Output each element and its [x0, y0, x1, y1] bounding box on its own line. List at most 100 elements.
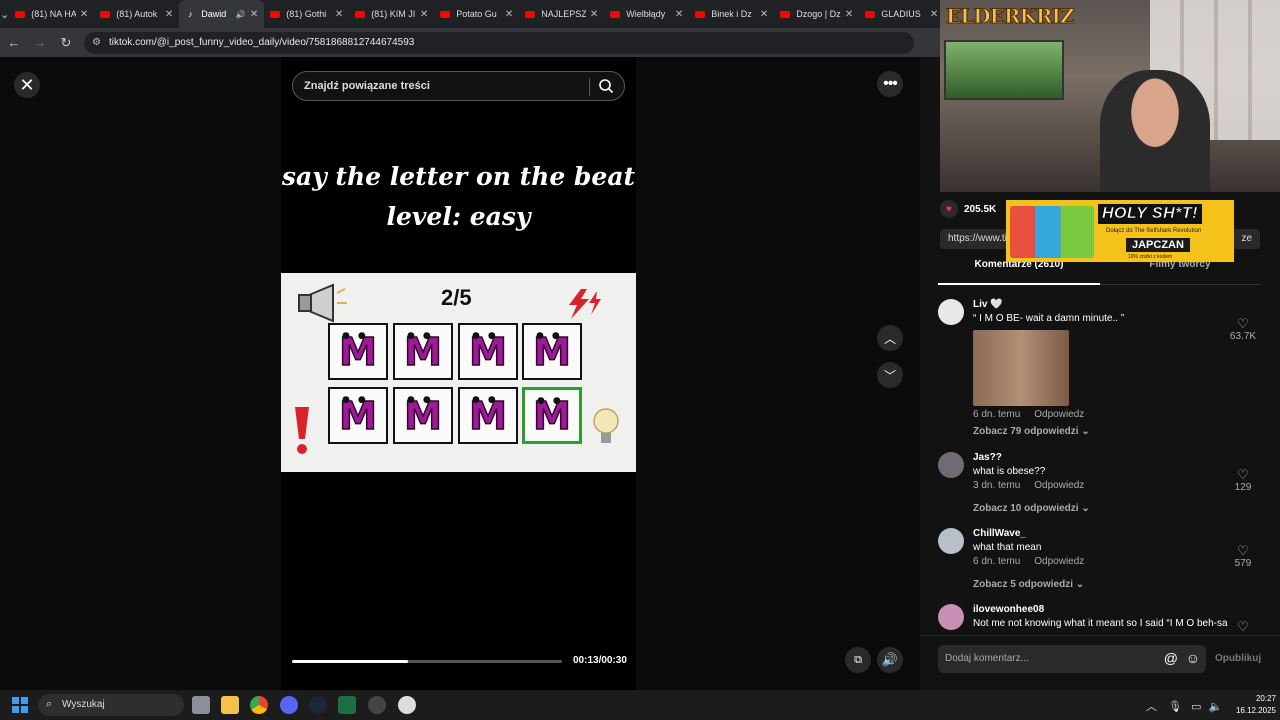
reply-link[interactable]: Odpowiedz	[1034, 409, 1084, 420]
steam-icon[interactable]	[309, 696, 327, 714]
browser-tab[interactable]: Dzogo | Dz ✕	[774, 0, 859, 28]
webcam-person	[1100, 70, 1210, 192]
clock-date: 16.12.2025	[1235, 706, 1276, 715]
network-icon[interactable]: ▭	[1191, 701, 1201, 713]
tab-audio-icon[interactable]: 🔊	[236, 10, 246, 19]
avatar[interactable]	[938, 528, 964, 554]
browser-tab[interactable]: NAJLEPSZ ✕	[519, 0, 604, 28]
browser-tab[interactable]: Binek i Dz ✕	[689, 0, 774, 28]
chrome-icon[interactable]	[250, 696, 268, 714]
comment-author[interactable]: Jas??	[973, 452, 1002, 463]
letter-cell: ●● M	[522, 323, 582, 380]
tab-search-chevron-icon[interactable]: ⌄	[0, 0, 9, 28]
tab-label: Binek i Dz	[711, 9, 752, 19]
browser-tab[interactable]: GLADIUS ✕	[859, 0, 944, 28]
round-counter: 2/5	[441, 285, 472, 310]
sponsor-banner: HOLY SH*T! Dołącz do The Selfshark Revol…	[1006, 200, 1234, 262]
heart-outline-icon[interactable]: ♡	[1226, 317, 1260, 331]
search-icon[interactable]	[598, 78, 614, 94]
previous-video-chevron-up-icon[interactable]: ︿	[877, 325, 903, 351]
obs-icon[interactable]	[398, 696, 416, 714]
reply-link[interactable]: Odpowiedz	[1034, 556, 1084, 567]
tab-close-icon[interactable]: ✕	[930, 9, 938, 20]
site-info-icon[interactable]: ⚙	[92, 37, 101, 48]
microphone-icon[interactable]: 🎙	[1168, 701, 1182, 713]
tab-close-icon[interactable]: ✕	[335, 9, 343, 20]
browser-tab[interactable]: (81) KIM JI ✕	[349, 0, 434, 28]
taskbar-search[interactable]: ⌕ Wyszukaj	[38, 694, 184, 716]
taskbar-clock[interactable]: 20:27 16.12.2025	[1222, 693, 1276, 717]
reload-icon[interactable]: ↻	[54, 35, 78, 51]
comment-author[interactable]: Liv 🤍	[973, 299, 1003, 310]
video-progress-bar[interactable]	[292, 660, 562, 663]
app-icon[interactable]	[368, 696, 386, 714]
browser-tab[interactable]: (81) Autok ✕	[94, 0, 179, 28]
discord-icon[interactable]	[280, 696, 298, 714]
view-replies[interactable]: Zobacz 5 odpowiedzi ⌄	[973, 579, 1084, 590]
tab-close-icon[interactable]: ✕	[590, 9, 598, 20]
letter-cell: ●● M	[393, 323, 453, 380]
letter-cell: ●● M	[393, 387, 453, 444]
tab-close-icon[interactable]: ✕	[505, 9, 513, 20]
tab-close-icon[interactable]: ✕	[80, 9, 88, 20]
video-player[interactable]: Znajdź powiązane treści say the letter o…	[281, 57, 636, 690]
comment-date: 6 dn. temu	[973, 409, 1021, 420]
comment-author[interactable]: ChillWave_	[973, 528, 1026, 539]
tab-close-icon[interactable]: ✕	[250, 9, 258, 20]
file-explorer-icon[interactable]	[221, 696, 239, 714]
heart-outline-icon[interactable]: ♡	[1226, 544, 1260, 558]
tab-creator-videos[interactable]: Filmy twórcy	[1100, 259, 1260, 285]
comment-like[interactable]: ♡ 63.7K	[1226, 317, 1260, 343]
tab-close-icon[interactable]: ✕	[420, 9, 428, 20]
comment-image[interactable]	[973, 330, 1069, 406]
windows-start-icon[interactable]	[12, 697, 28, 713]
floating-player-icon[interactable]: ⧉	[845, 647, 871, 673]
reply-link[interactable]: Odpowiedz	[1034, 480, 1084, 491]
heart-icon[interactable]: ♥	[940, 200, 958, 218]
tab-label: GLADIUS	[881, 9, 921, 19]
tab-close-icon[interactable]: ✕	[165, 9, 173, 20]
heart-outline-icon[interactable]: ♡	[1226, 468, 1260, 482]
avatar[interactable]	[938, 299, 964, 325]
post-comment-button[interactable]: Opublikuj	[1215, 653, 1261, 664]
system-tray: ︿ 🎙 ▭ 🔈	[1146, 698, 1222, 714]
volume-icon[interactable]: 🔊	[877, 647, 903, 673]
forward-arrow-icon[interactable]: →	[28, 35, 52, 50]
heart-outline-icon[interactable]: ♡	[1226, 620, 1260, 633]
cartoon-eyes-icon: ●●	[472, 395, 504, 405]
browser-tab[interactable]: Potato Gu ✕	[434, 0, 519, 28]
mention-icon[interactable]: @	[1164, 650, 1178, 666]
browser-tab[interactable]: (81) Gothi ✕	[264, 0, 349, 28]
browser-tab[interactable]: Wielbłądy ✕	[604, 0, 689, 28]
view-replies[interactable]: Zobacz 79 odpowiedzi ⌄	[973, 426, 1090, 437]
tab-close-icon[interactable]: ✕	[675, 9, 683, 20]
tab-close-icon[interactable]: ✕	[845, 9, 853, 20]
task-view-icon[interactable]	[192, 696, 210, 714]
speaker-icon[interactable]: 🔈	[1209, 701, 1223, 713]
emoji-icon[interactable]: ☺	[1186, 650, 1200, 666]
tab-label: Dawid	[201, 9, 227, 19]
comment-like[interactable]: ♡	[1226, 620, 1260, 633]
comment-text: Not me not knowing what it meant so I sa…	[973, 618, 1228, 629]
lightbulb-icon	[593, 408, 619, 443]
letter-cell: ●● M	[522, 387, 582, 444]
browser-tab[interactable]: (81) NA HA ✕	[9, 0, 94, 28]
comment-like[interactable]: ♡ 129	[1226, 468, 1260, 494]
browser-tab[interactable]: ♪ Dawid 🔊 ✕	[179, 0, 265, 28]
excel-icon[interactable]	[338, 696, 356, 714]
comment-author[interactable]: ilovewonhee08	[973, 604, 1044, 615]
avatar[interactable]	[938, 604, 964, 630]
comment-like[interactable]: ♡ 579	[1226, 544, 1260, 570]
tab-close-icon[interactable]: ✕	[760, 9, 768, 20]
close-icon[interactable]: ✕	[14, 72, 40, 98]
back-arrow-icon[interactable]: ←	[2, 35, 26, 50]
comment-input[interactable]: Dodaj komentarz... @ ☺	[938, 645, 1206, 673]
view-replies[interactable]: Zobacz 10 odpowiedzi ⌄	[973, 503, 1090, 514]
tray-chevron-up-icon[interactable]: ︿	[1146, 701, 1157, 713]
more-options-icon[interactable]: •••	[877, 71, 903, 97]
next-video-chevron-down-icon[interactable]: ﹀	[877, 362, 903, 388]
related-search-input[interactable]: Znajdź powiązane treści	[292, 71, 625, 101]
address-bar[interactable]: ⚙ tiktok.com/@i_post_funny_video_daily/v…	[84, 31, 914, 54]
tab-comments[interactable]: Komentarze (2610)	[938, 259, 1100, 285]
avatar[interactable]	[938, 452, 964, 478]
